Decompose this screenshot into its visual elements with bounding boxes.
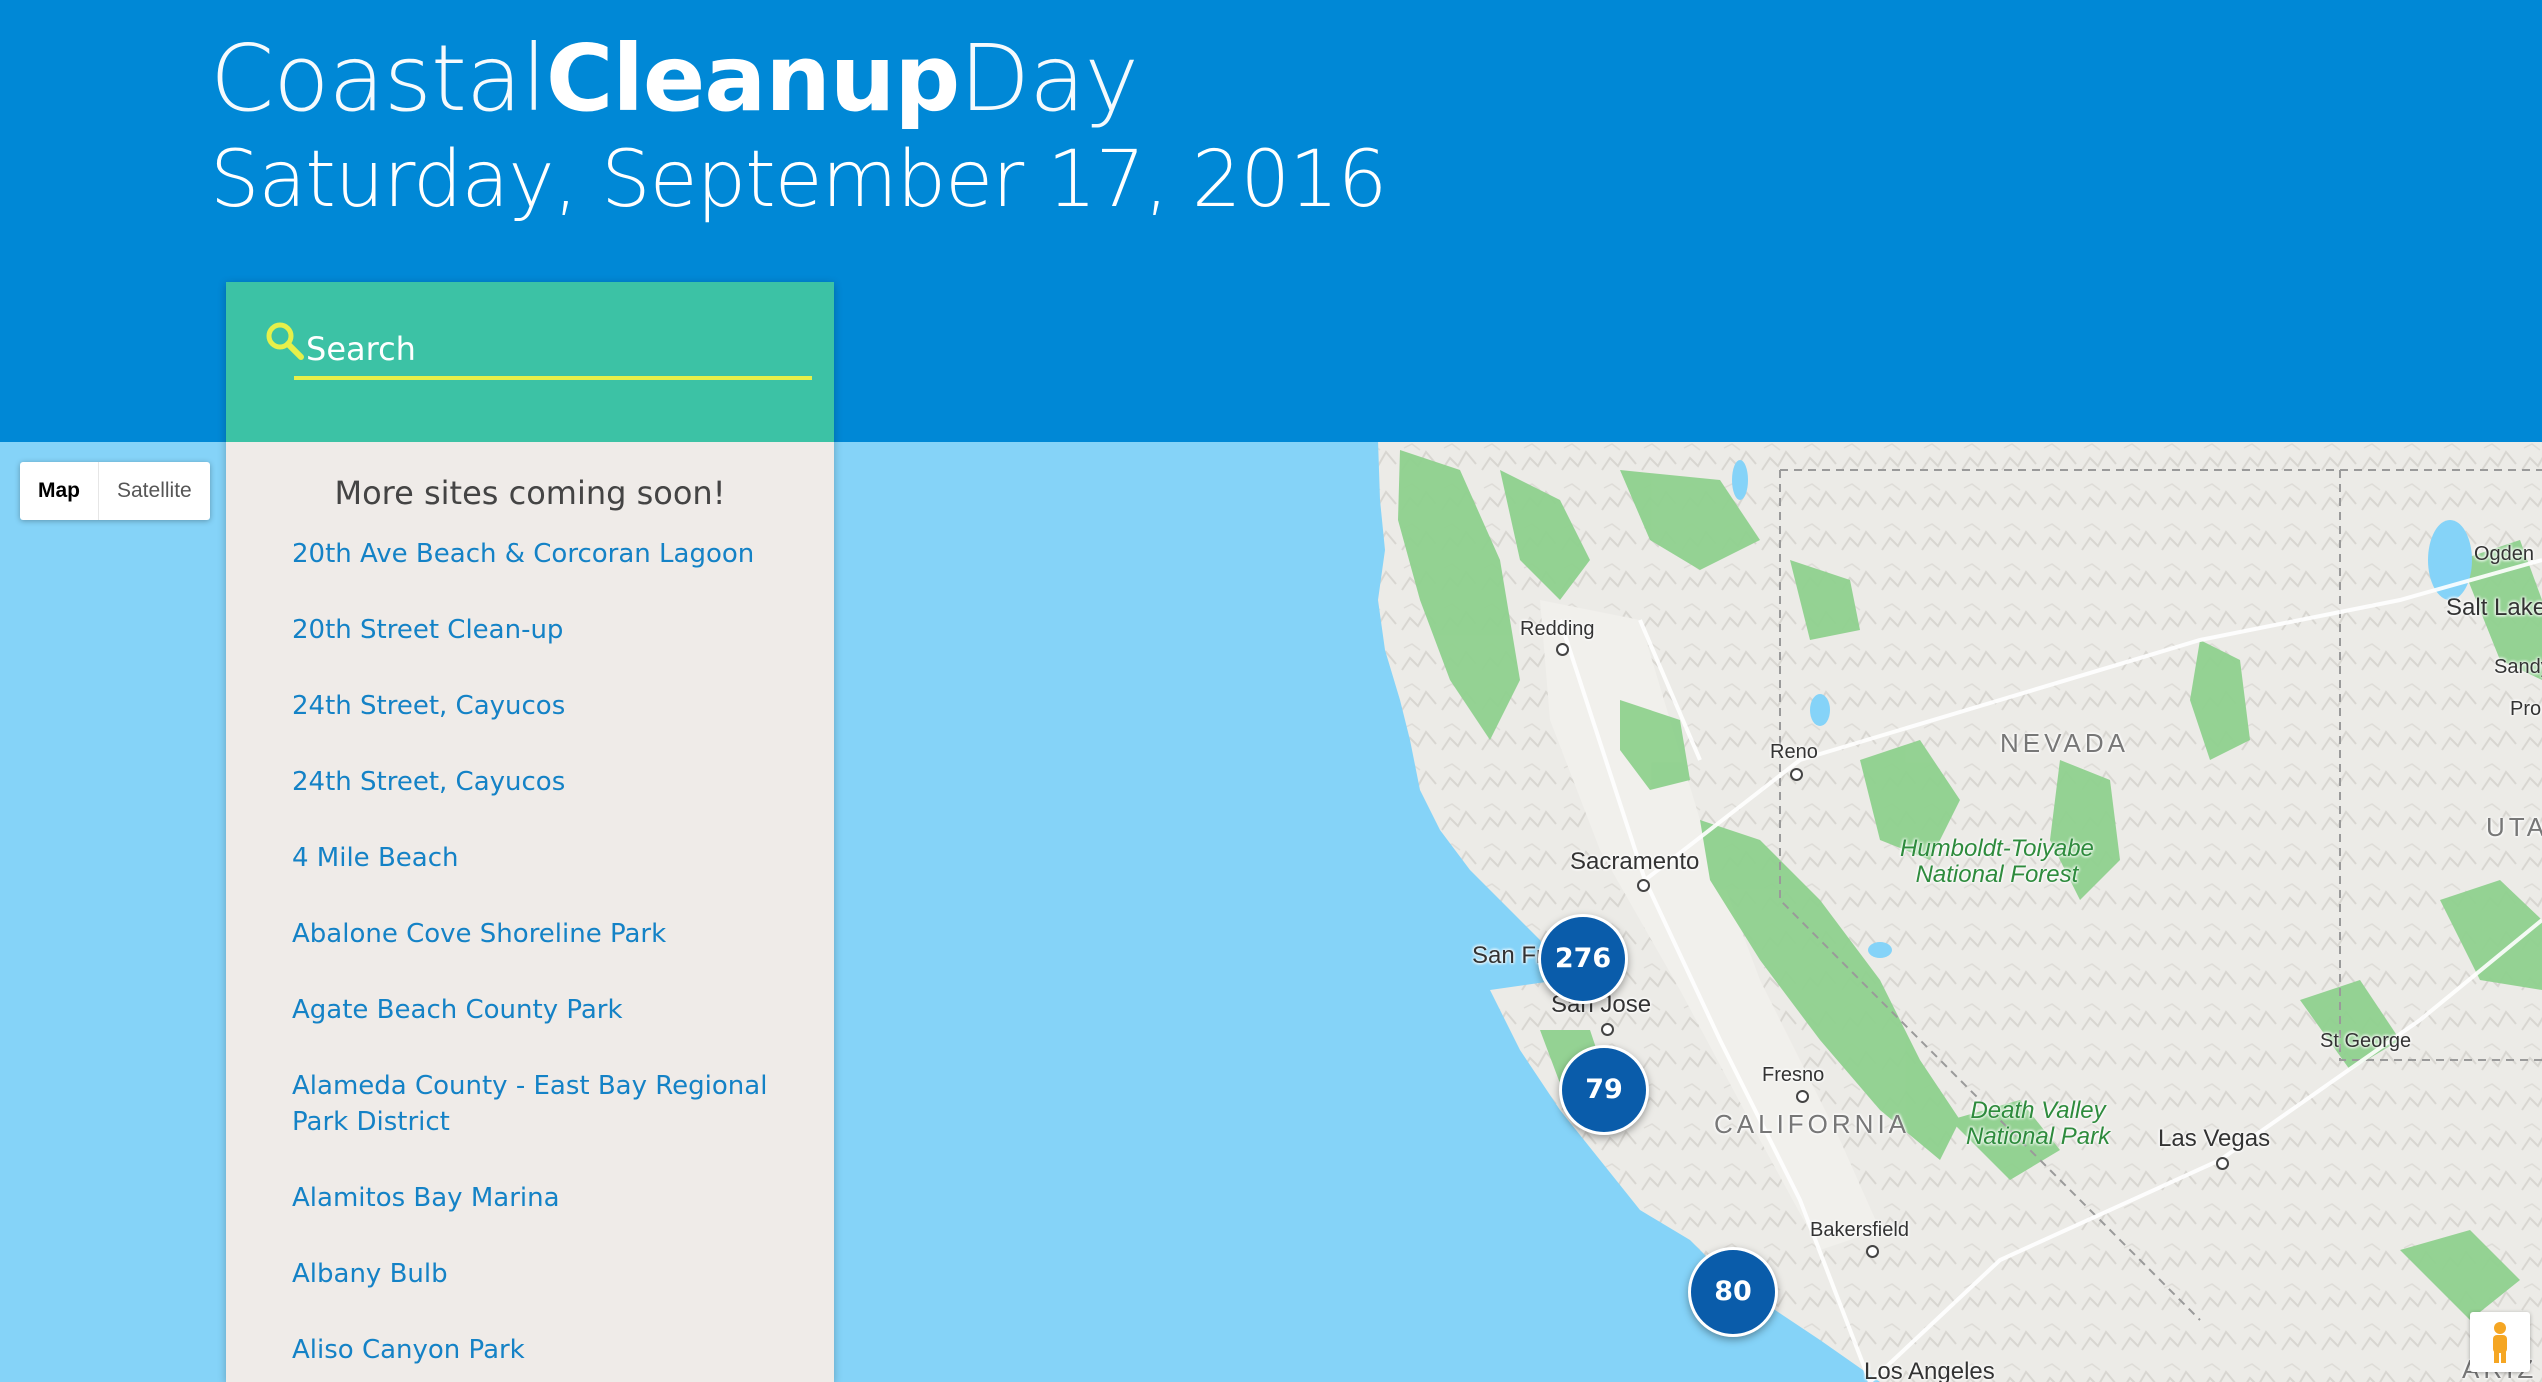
- forest-label-line: National Forest: [1915, 861, 2079, 888]
- forest-label-line: National Park: [1966, 1123, 2111, 1150]
- map-label-las-vegas: Las Vegas: [2158, 1125, 2271, 1152]
- site-list-item[interactable]: Albany Bulb: [292, 1256, 794, 1292]
- map-label-st-george: St George: [2320, 1030, 2412, 1052]
- site-list-item[interactable]: Alamitos Bay Marina: [292, 1180, 794, 1216]
- site-list-item[interactable]: 20th Street Clean-up: [292, 612, 794, 648]
- map-cluster-marker[interactable]: 276: [1538, 914, 1628, 1004]
- street-view-pegman-icon[interactable]: [2470, 1312, 2530, 1372]
- search-input[interactable]: [294, 322, 812, 380]
- map-label-salt-lake: Salt Lake: [2446, 594, 2542, 621]
- map-label-sandy: Sandy: [2494, 656, 2542, 678]
- map-label-los-angeles: Los Angeles: [1864, 1358, 1995, 1382]
- event-date: Saturday, September 17, 2016: [210, 135, 1387, 225]
- sidebar: More sites coming soon! 20th Ave Beach &…: [226, 282, 834, 1382]
- map-type-control: Map Satellite: [20, 462, 210, 520]
- map-label-bakersfield: Bakersfield: [1810, 1219, 1909, 1241]
- map-label-death-valley: Death Valley National Park: [1966, 1098, 2110, 1150]
- map-city-dot: [1637, 879, 1650, 892]
- map-type-map-button[interactable]: Map: [20, 462, 98, 520]
- map-label-fresno: Fresno: [1762, 1064, 1825, 1086]
- site-list-item[interactable]: 4 Mile Beach: [292, 840, 794, 876]
- map-city-dot: [1556, 643, 1569, 656]
- map-cluster-marker[interactable]: 80: [1688, 1247, 1778, 1337]
- map-label-california: CALIFORNIA: [1714, 1109, 1911, 1139]
- site-list-item[interactable]: 24th Street, Cayucos: [292, 688, 794, 724]
- map-label-humboldt-toiyabe: Humboldt-Toiyabe National Forest: [1900, 836, 2094, 888]
- map-label-ogden: Ogden: [2474, 543, 2535, 565]
- map-cluster-marker[interactable]: 79: [1559, 1045, 1649, 1135]
- map-city-dot: [1866, 1245, 1879, 1258]
- site-list-item[interactable]: 20th Ave Beach & Corcoran Lagoon: [292, 536, 794, 572]
- site-list-panel: More sites coming soon! 20th Ave Beach &…: [226, 442, 834, 1382]
- map-label-sacramento: Sacramento: [1570, 848, 1700, 875]
- coming-soon-notice: More sites coming soon!: [334, 474, 726, 512]
- site-list-item[interactable]: Agate Beach County Park: [292, 992, 794, 1028]
- site-list-item[interactable]: Abalone Cove Shoreline Park: [292, 916, 794, 952]
- forest-label-line: Humboldt-Toiyabe: [1900, 835, 2094, 862]
- title-part-cleanup: Cleanup: [545, 25, 960, 132]
- map-city-dot: [1601, 1023, 1614, 1036]
- map-city-dot: [1790, 768, 1803, 781]
- site-list-item[interactable]: Aliso Canyon Park: [292, 1332, 794, 1368]
- map-label-provo: Pro: [2510, 698, 2542, 720]
- map-label-nevada: NEVADA: [2000, 728, 2129, 758]
- site-list: 20th Ave Beach & Corcoran Lagoon 20th St…: [226, 536, 834, 1368]
- site-list-item[interactable]: Alameda County - East Bay Regional Park …: [292, 1068, 794, 1140]
- pegman-icon: [2493, 1322, 2507, 1363]
- page: Redding Reno Sacramento San Francisco Sa…: [0, 0, 2542, 1382]
- site-list-item[interactable]: 24th Street, Cayucos: [292, 764, 794, 800]
- map-label-utah: UTA: [2486, 812, 2542, 842]
- title-part-coastal: Coastal: [210, 25, 547, 132]
- page-title: CoastalCleanupDay: [210, 20, 1139, 138]
- title-part-day: Day: [959, 25, 1139, 132]
- forest-label-line: Death Valley: [1970, 1097, 2106, 1124]
- map-label-reno: Reno: [1770, 741, 1818, 763]
- map-city-dot: [2216, 1157, 2229, 1170]
- search-box: [226, 282, 834, 442]
- map-label-redding: Redding: [1520, 618, 1595, 640]
- map-type-satellite-button[interactable]: Satellite: [99, 462, 210, 520]
- map-city-dot: [1796, 1090, 1809, 1103]
